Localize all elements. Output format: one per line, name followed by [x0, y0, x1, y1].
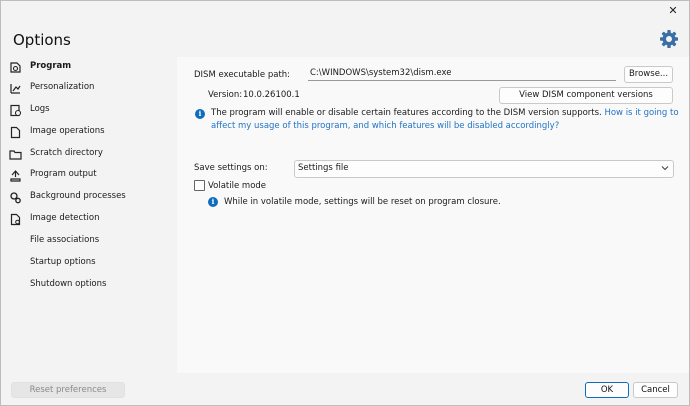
sidebar-item-background-processes[interactable]: Background processes — [2, 187, 177, 208]
options-window: ✕ Options Program Personalization Logs I… — [0, 0, 690, 406]
volatile-mode-info: While in volatile mode, settings will be… — [224, 197, 501, 207]
sidebar-item-logs[interactable]: Logs — [2, 100, 177, 121]
volatile-mode-checkbox[interactable] — [194, 180, 205, 191]
sidebar-item-label: Image operations — [30, 126, 105, 136]
sidebar-item-label: File associations — [30, 235, 100, 245]
ok-button[interactable]: OK — [585, 382, 629, 398]
sidebar-item-image-detection[interactable]: Image detection — [2, 209, 177, 230]
sidebar-item-file-associations[interactable]: File associations — [2, 231, 177, 252]
volatile-mode-label: Volatile mode — [208, 181, 267, 191]
sidebar-item-label: Logs — [30, 104, 50, 114]
program-output-icon — [10, 170, 21, 182]
image-detection-icon — [10, 213, 21, 226]
logs-icon — [10, 104, 22, 117]
sidebar-item-program[interactable]: Program — [2, 57, 177, 78]
dism-path-field[interactable]: C:\WINDOWS\system32\dism.exe — [308, 67, 616, 81]
save-settings-label: Save settings on: — [194, 163, 268, 173]
dism-version-info: The program will enable or disable certa… — [211, 107, 681, 133]
program-icon — [10, 62, 21, 73]
close-icon: ✕ — [668, 4, 678, 17]
version-label: Version: — [208, 90, 243, 100]
view-dism-components-button[interactable]: View DISM component versions — [499, 87, 673, 104]
close-button[interactable]: ✕ — [666, 4, 680, 18]
gear-icon[interactable] — [659, 29, 679, 49]
gears-icon — [10, 192, 21, 204]
sidebar-item-label: Personalization — [30, 82, 95, 92]
cancel-button[interactable]: Cancel — [633, 382, 678, 398]
sidebar-item-label: Startup options — [30, 257, 96, 267]
sidebar-item-program-output[interactable]: Program output — [2, 165, 177, 186]
save-settings-value: Settings file — [298, 163, 349, 173]
info-icon: i — [195, 109, 205, 119]
sidebar-item-personalization[interactable]: Personalization — [2, 78, 177, 99]
reset-preferences-button[interactable]: Reset preferences — [11, 382, 125, 398]
info-icon: i — [208, 197, 218, 207]
sidebar-item-label: Program — [30, 61, 72, 71]
sidebar-item-image-operations[interactable]: Image operations — [2, 122, 177, 143]
folder-icon — [9, 150, 22, 160]
personalization-icon — [10, 84, 21, 94]
chevron-down-icon — [661, 166, 669, 171]
save-settings-select[interactable]: Settings file — [294, 160, 674, 178]
program-settings-panel: DISM executable path: C:\WINDOWS\system3… — [177, 57, 689, 373]
browse-button[interactable]: Browse... — [624, 66, 673, 83]
sidebar: Program Personalization Logs Image opera… — [2, 57, 177, 373]
dism-path-label: DISM executable path: — [194, 70, 291, 80]
image-operations-icon — [10, 126, 21, 139]
sidebar-item-label: Background processes — [30, 191, 126, 201]
sidebar-item-label: Scratch directory — [30, 148, 103, 158]
sidebar-item-label: Program output — [30, 169, 97, 179]
dism-path-value: C:\WINDOWS\system32\dism.exe — [310, 68, 452, 78]
sidebar-item-label: Shutdown options — [30, 279, 107, 289]
sidebar-item-scratch-directory[interactable]: Scratch directory — [2, 144, 177, 165]
sidebar-item-label: Image detection — [30, 213, 100, 223]
dism-version-info-text: The program will enable or disable certa… — [211, 108, 602, 118]
window-title: Options — [13, 31, 71, 49]
version-value: 10.0.26100.1 — [243, 90, 300, 100]
sidebar-item-startup-options[interactable]: Startup options — [2, 253, 177, 274]
sidebar-item-shutdown-options[interactable]: Shutdown options — [2, 275, 177, 296]
